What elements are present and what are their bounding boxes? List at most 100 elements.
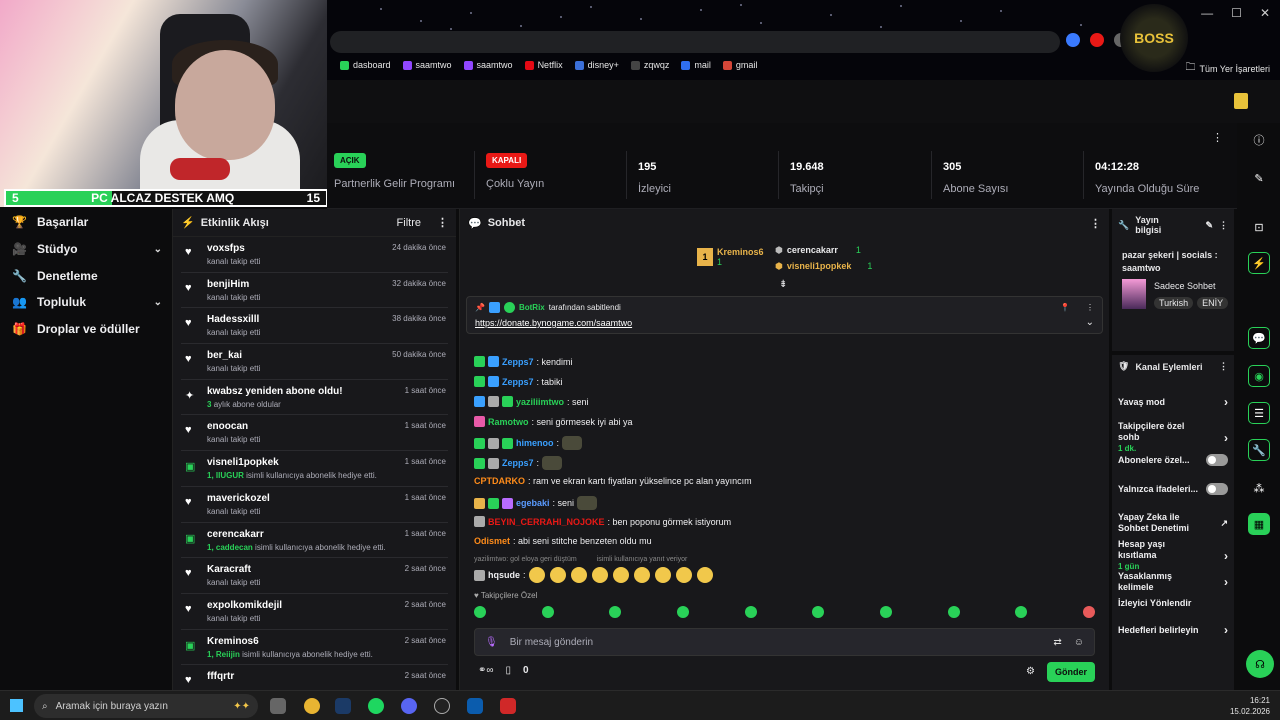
stat-partner[interactable]: AÇIK Partnerlik Gelir Programı bbox=[334, 153, 455, 190]
activity-row[interactable]: ♥ expolkomikdejil kanalı takip etti 2 saat … bbox=[181, 594, 448, 630]
activity-row[interactable]: ▣ Kreminos6 1, Reiijin isimli kullanıcıya … bbox=[181, 630, 448, 666]
activity-row[interactable]: ▣ visneli1popkek 1, IIUGUR isimli kullanıc… bbox=[181, 451, 448, 487]
capture-icon[interactable]: ⊡ bbox=[1248, 216, 1270, 238]
channel-action[interactable]: Takipçilere özel sohb 1 dk. › bbox=[1118, 421, 1228, 454]
chat-username[interactable]: egebaki bbox=[516, 498, 550, 508]
bookmark-item[interactable]: saamtwo bbox=[402, 60, 452, 70]
bookmark-item[interactable]: disney+ bbox=[574, 60, 619, 70]
emote-icon[interactable] bbox=[1082, 606, 1095, 618]
chat-message[interactable]: yaziliimtwo: seni bbox=[474, 396, 589, 407]
leader-first[interactable]: 1 Kreminos6 1 bbox=[697, 247, 764, 267]
bookmark-item[interactable]: dasboard bbox=[340, 60, 391, 70]
crown-icon[interactable] bbox=[1234, 93, 1248, 109]
activity-row[interactable]: ♥ Karacraft kanalı takip etti 2 saat önce bbox=[181, 558, 448, 594]
channel-action[interactable]: Yavaş mod › bbox=[1118, 395, 1228, 409]
emote-icon[interactable] bbox=[609, 606, 622, 618]
link-icon[interactable]: ⚭∞ bbox=[478, 665, 494, 676]
taskbar-search[interactable]: ⌕ Aramak için buraya yazın ✦✦ bbox=[34, 694, 258, 718]
chat-username[interactable]: BEYIN_CERRAHI_NOJOKE bbox=[488, 517, 605, 527]
edit-icon[interactable]: ✎ bbox=[1248, 167, 1270, 189]
toggle-switch[interactable] bbox=[1206, 454, 1228, 466]
minimize-icon[interactable]: — bbox=[1201, 6, 1213, 20]
bookmark-item[interactable]: gmail bbox=[722, 60, 757, 70]
discord-icon[interactable] bbox=[401, 698, 417, 714]
chat-username[interactable]: Zepps7 bbox=[502, 357, 534, 367]
leader-second[interactable]: ⬢ cerencakarr 1 bbox=[775, 245, 861, 256]
chat-message[interactable]: Zepps7: tabiki bbox=[474, 376, 563, 387]
send-button[interactable]: Gönder bbox=[1047, 662, 1095, 682]
collapse-icon[interactable]: ⇟ bbox=[779, 279, 787, 290]
chat-message[interactable]: Odismet: abi seni stitche benzeten oldu … bbox=[474, 536, 652, 546]
chat-username[interactable]: himenoo bbox=[516, 438, 554, 448]
task-view-icon[interactable] bbox=[270, 698, 286, 714]
filter-button[interactable]: Filtre bbox=[397, 217, 421, 229]
more-icon[interactable]: ⋮ bbox=[1090, 217, 1101, 230]
bookmark-item[interactable]: saamtwo bbox=[463, 60, 513, 70]
channel-action[interactable]: İzleyici Yönlendir bbox=[1118, 598, 1228, 609]
chat-message[interactable]: BEYIN_CERRAHI_NOJOKE: ben poponu görmek … bbox=[474, 516, 731, 527]
info-icon[interactable]: ⓘ bbox=[1248, 129, 1270, 151]
share-icon[interactable]: ⁂ bbox=[1248, 477, 1270, 499]
emote-icon[interactable] bbox=[744, 606, 757, 618]
activity-row[interactable]: ♥ fffqrtr 2 saat önce bbox=[181, 665, 448, 690]
emote-icon[interactable] bbox=[812, 606, 825, 618]
maximize-icon[interactable]: ☐ bbox=[1231, 6, 1242, 20]
address-bar[interactable] bbox=[330, 31, 1060, 53]
chat-username[interactable]: yaziliimtwo bbox=[516, 397, 564, 407]
activity-row[interactable]: ♥ Hadessxilll kanalı takip etti 38 dakika ö… bbox=[181, 308, 448, 345]
bookmark-item[interactable]: Netflix bbox=[524, 60, 563, 70]
emote-icon[interactable] bbox=[676, 606, 689, 618]
spotify-icon[interactable] bbox=[368, 698, 384, 714]
nav-drops[interactable]: 🎁 Droplar ve ödüller bbox=[12, 322, 162, 336]
activity-row[interactable]: ▣ cerencakarr 1, caddecan isimli kullanıcı… bbox=[181, 523, 448, 559]
chat-username[interactable]: Ramotwo bbox=[488, 417, 529, 427]
bookmark-item[interactable]: mail bbox=[681, 60, 711, 70]
channel-action[interactable]: Hesap yaşı kısıtlama 1 gün › bbox=[1118, 539, 1228, 572]
pinned-link[interactable]: https://donate.bynogame.com/saamtwo bbox=[475, 318, 1094, 328]
settings-icon[interactable]: ⚙ bbox=[1026, 666, 1035, 677]
emote-icon[interactable] bbox=[474, 606, 486, 618]
more-icon[interactable]: ⋮ bbox=[1212, 131, 1223, 144]
clock[interactable]: 16:21 15.02.2026 bbox=[1230, 695, 1270, 717]
app-icon[interactable] bbox=[500, 698, 516, 714]
nav-moderation[interactable]: 🔧 Denetleme bbox=[12, 269, 162, 283]
obs-icon[interactable] bbox=[434, 698, 450, 714]
nav-community[interactable]: 👥 Topluluk ⌄ bbox=[12, 295, 162, 309]
wrench-icon[interactable]: 🔧 bbox=[1248, 439, 1270, 461]
windows-start-icon[interactable] bbox=[10, 699, 23, 712]
leader-third[interactable]: ⬢ visneli1popkek 1 bbox=[775, 261, 872, 272]
chat-username[interactable]: CPTDARKO bbox=[474, 476, 525, 486]
more-icon[interactable]: ⋮ bbox=[1219, 361, 1228, 372]
broadcast-icon[interactable]: ◉ bbox=[1248, 365, 1270, 387]
emote-icon[interactable] bbox=[1015, 606, 1028, 618]
translate-icon[interactable]: ⇄ bbox=[1053, 637, 1061, 648]
channel-action[interactable]: Abonelere özel... bbox=[1118, 454, 1228, 466]
activity-row[interactable]: ♥ benjiHim kanalı takip etti 32 dakika önce bbox=[181, 273, 448, 309]
more-icon[interactable]: ⋮ bbox=[437, 216, 448, 229]
unpin-icon[interactable]: 📍 bbox=[1060, 303, 1070, 312]
emote-icon[interactable] bbox=[541, 606, 554, 618]
chat-message[interactable]: CPTDARKO: ram ve ekran kartı fiyatları y… bbox=[474, 476, 752, 486]
chat-username[interactable]: Zepps7 bbox=[502, 377, 534, 387]
app-icon[interactable] bbox=[467, 698, 483, 714]
clip-icon[interactable]: ▦ bbox=[1248, 513, 1270, 535]
chat-input[interactable]: 🎙 Bir mesaj gönderin ⇄ ☺ bbox=[474, 628, 1095, 656]
mic-icon[interactable]: 🎙 bbox=[485, 637, 498, 648]
activity-row[interactable]: ✦ kwabsz yeniden abone oldu! 3 aylık abone… bbox=[181, 380, 448, 416]
channel-action[interactable]: Yalnızca ifadeleri... bbox=[1118, 483, 1228, 495]
bookmark-item[interactable]: zqwqz bbox=[630, 60, 669, 70]
channel-action[interactable]: Hedefleri belirleyin › bbox=[1118, 623, 1228, 637]
chat-message[interactable]: himenoo: bbox=[474, 436, 583, 450]
all-bookmarks[interactable]: 🗀 Tüm Yer İşaretleri bbox=[1185, 60, 1270, 77]
support-icon[interactable]: ☊ bbox=[1246, 650, 1274, 678]
chat-message[interactable]: Zepps7: bbox=[474, 456, 563, 470]
close-icon[interactable]: ✕ bbox=[1260, 6, 1270, 20]
chat-icon[interactable]: 💬 bbox=[1248, 327, 1270, 349]
nav-achievements[interactable]: 🏆 Başarılar bbox=[12, 215, 162, 229]
toggle-switch[interactable] bbox=[1206, 483, 1228, 495]
chat-message[interactable]: egebaki: seni bbox=[474, 496, 598, 510]
category-box[interactable] bbox=[1122, 279, 1146, 309]
chat-username[interactable]: Zepps7 bbox=[502, 458, 534, 468]
nav-studio[interactable]: 🎥 Stüdyo ⌄ bbox=[12, 242, 162, 256]
emoji-icon[interactable]: ☺ bbox=[1074, 637, 1084, 648]
